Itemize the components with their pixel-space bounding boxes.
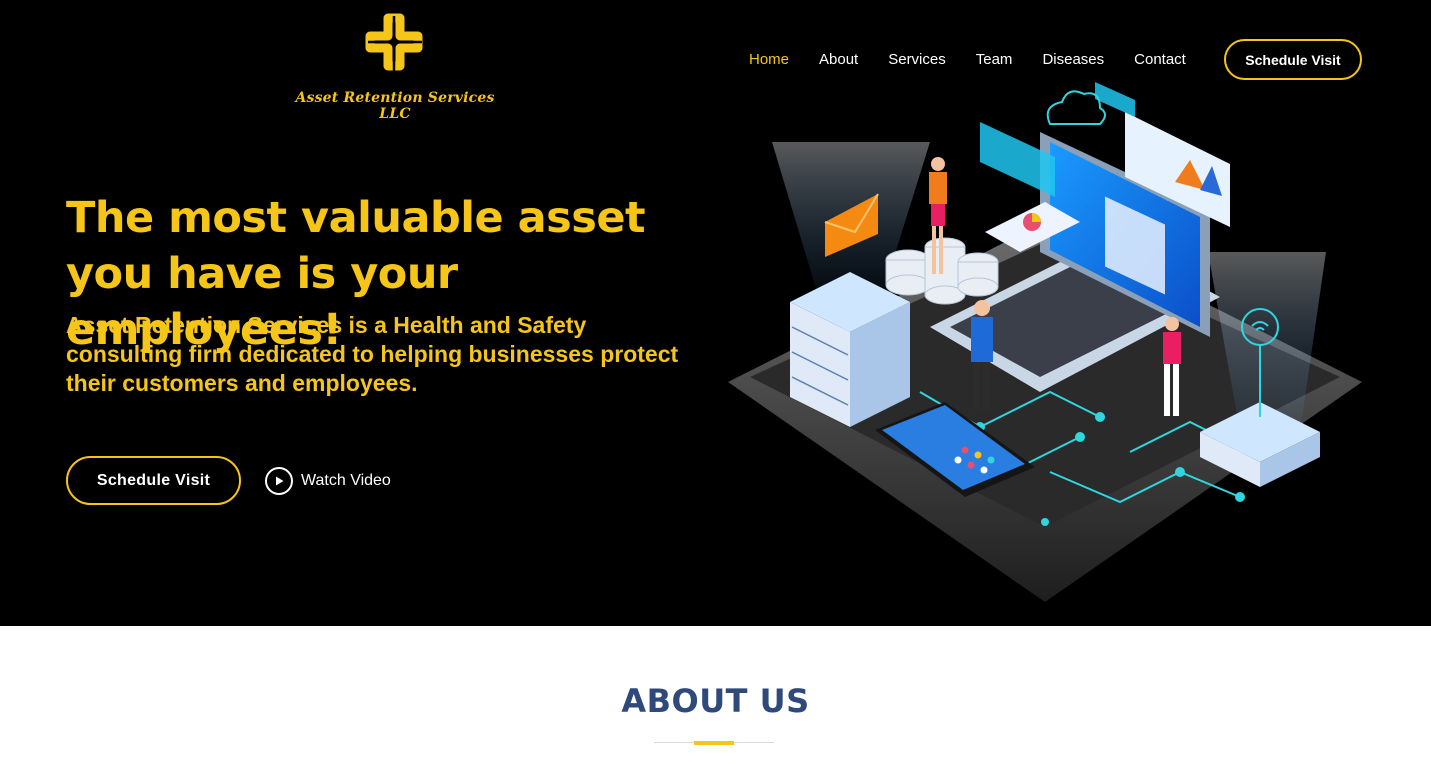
about-divider-accent	[694, 741, 734, 745]
hero-section: Asset Retention Services LLC Home About …	[0, 0, 1431, 626]
main-nav: Home About Services Team Diseases Contac…	[749, 51, 1186, 68]
watch-video-button[interactable]: Watch Video	[265, 465, 391, 497]
nav-team[interactable]: Team	[976, 51, 1013, 68]
nav-services[interactable]: Services	[888, 51, 946, 68]
site-logo[interactable]: Asset Retention Services LLC	[278, 10, 512, 122]
watch-video-label: Watch Video	[301, 472, 391, 489]
play-icon	[265, 467, 293, 495]
isometric-tech-workspace-illustration	[728, 82, 1362, 602]
hero-schedule-visit-button[interactable]: Schedule Visit	[66, 456, 241, 505]
logo-wordmark: Asset Retention Services LLC	[295, 90, 495, 122]
nav-about[interactable]: About	[819, 51, 858, 68]
nav-home[interactable]: Home	[749, 51, 789, 68]
hero-subheadline: Asset Retention Services is a Health and…	[66, 312, 679, 396]
nav-diseases[interactable]: Diseases	[1042, 51, 1104, 68]
about-section-title: ABOUT US	[621, 682, 810, 720]
cross-knot-icon	[365, 13, 423, 72]
nav-contact[interactable]: Contact	[1134, 51, 1186, 68]
